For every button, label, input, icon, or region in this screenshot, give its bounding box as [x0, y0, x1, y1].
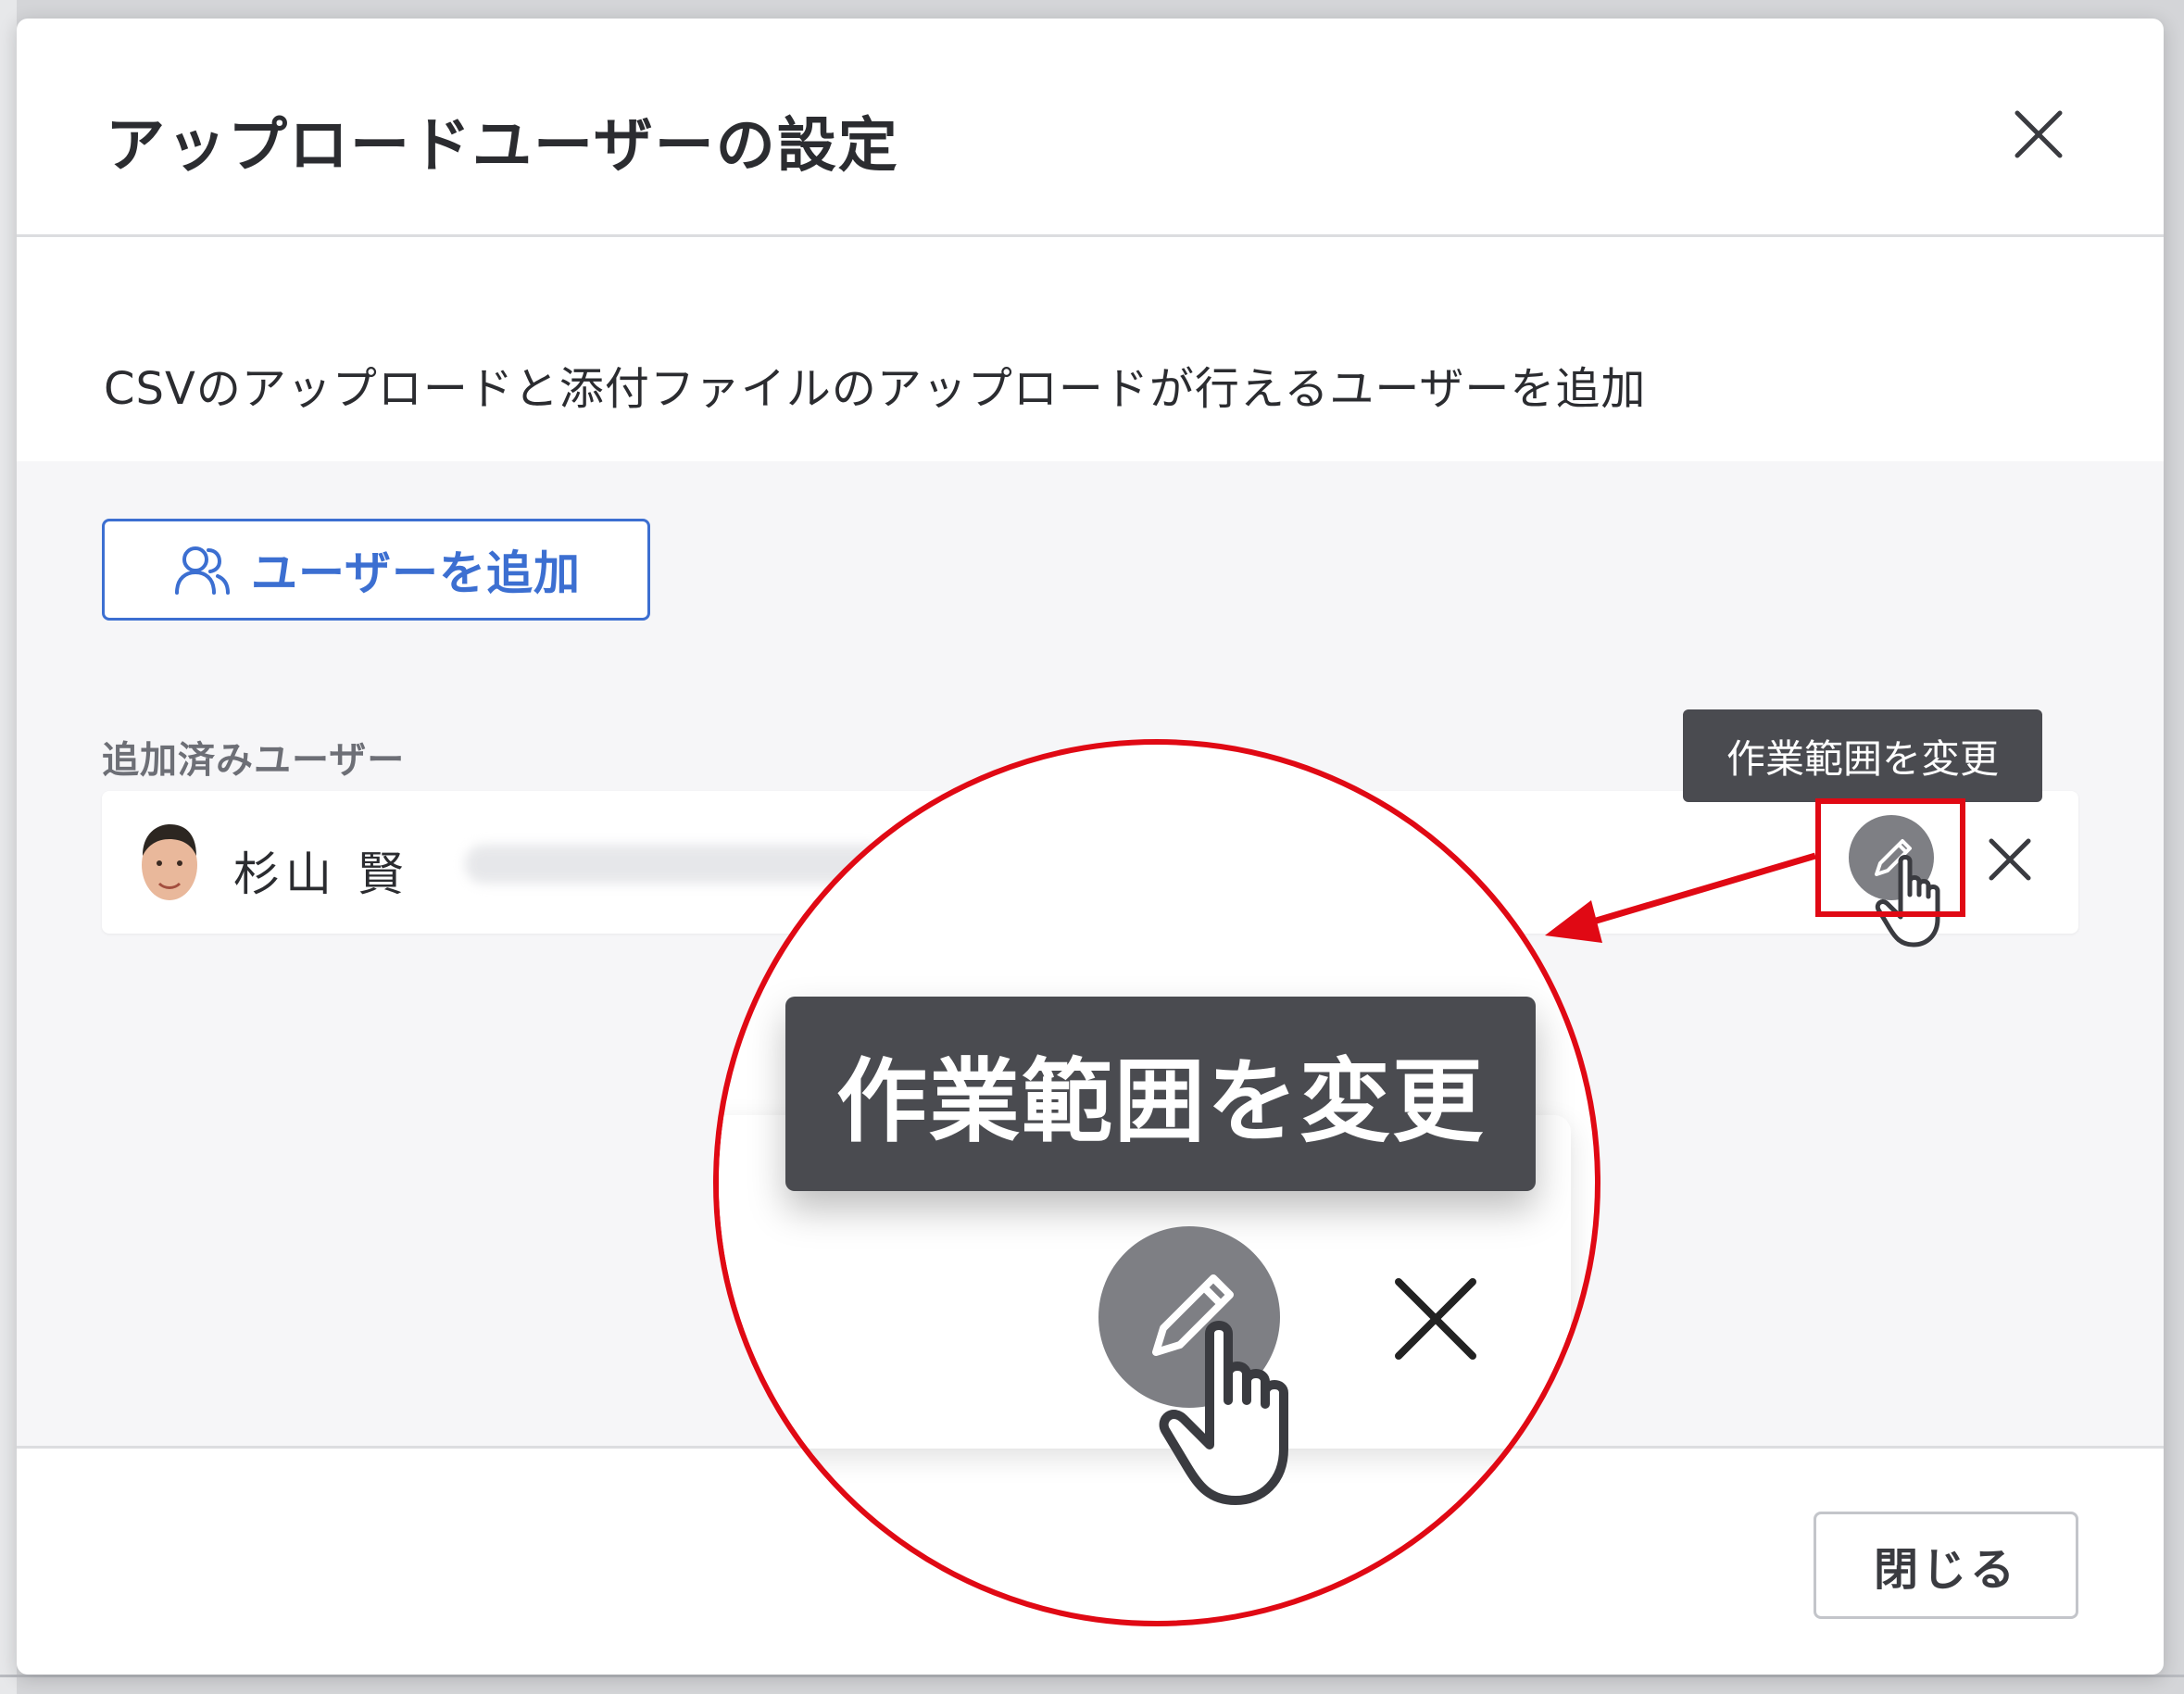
zoom-tooltip: 作業範囲を変更 [785, 997, 1536, 1191]
avatar [142, 824, 197, 900]
dialog-header: アップロードユーザーの設定 [17, 19, 2164, 237]
user-name: 杉山 賢 [233, 847, 409, 901]
users-icon [175, 546, 230, 595]
dialog-description: CSVのアップロードと添付ファイルのアップロードが行えるユーザーを追加 [104, 363, 1647, 415]
user-email-redacted [465, 845, 891, 884]
zoom-close-icon [1395, 1278, 1476, 1360]
dialog-title: アップロードユーザーの設定 [106, 112, 899, 181]
add-user-label: ユーザーを追加 [251, 546, 581, 600]
remove-user-icon[interactable] [1984, 834, 2036, 885]
zoom-callout: 作業範囲を変更 [713, 739, 1600, 1626]
hand-pointer-icon [1159, 1321, 1288, 1505]
highlight-box [1815, 798, 1965, 917]
background-divider [0, 1675, 2184, 1677]
background-page [0, 0, 17, 1694]
add-user-button[interactable]: ユーザーを追加 [102, 519, 650, 621]
close-button[interactable]: 閉じる [1814, 1512, 2078, 1619]
added-users-heading: 追加済みユーザー [102, 739, 406, 782]
close-icon[interactable] [2008, 104, 2069, 165]
edit-scope-tooltip: 作業範囲を変更 [1683, 709, 2042, 802]
